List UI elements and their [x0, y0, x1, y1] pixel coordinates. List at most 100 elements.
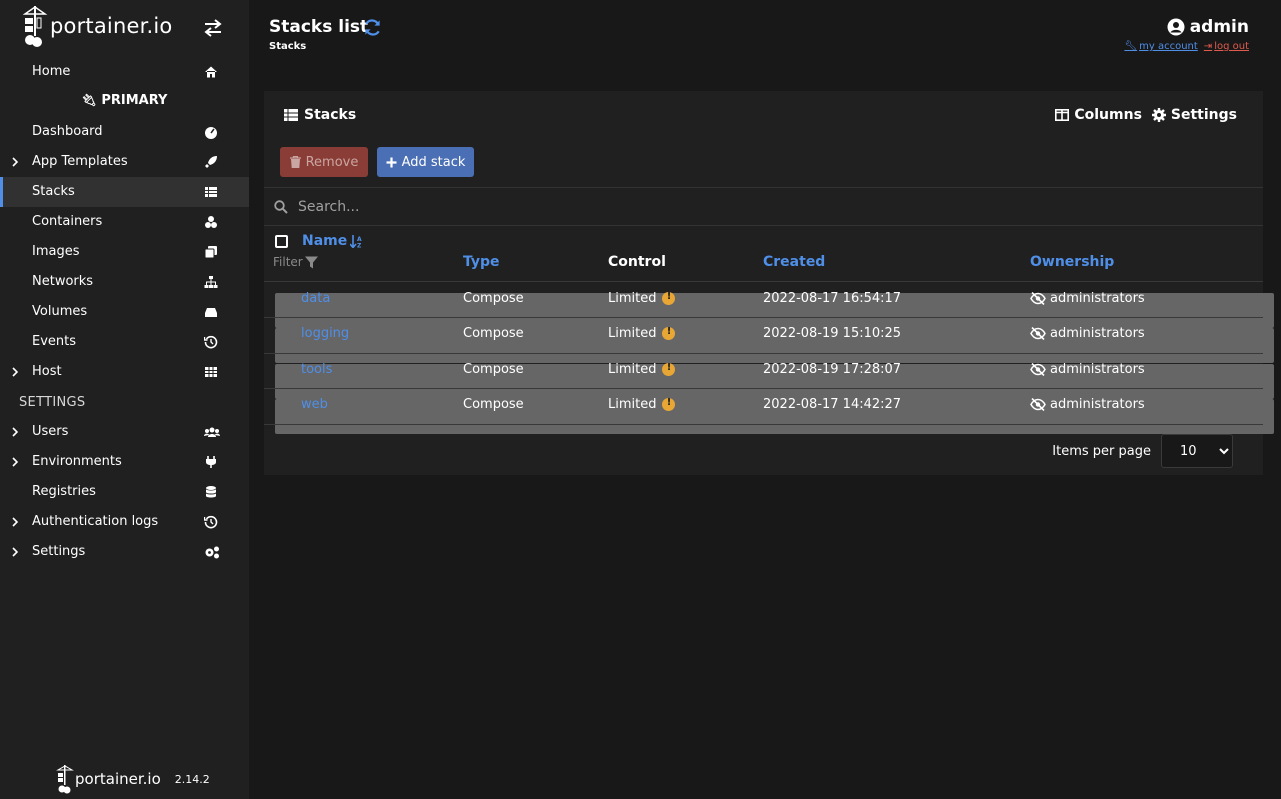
stack-name-link[interactable]: data	[301, 291, 330, 306]
list-icon	[205, 187, 217, 197]
search-bar	[264, 187, 1263, 226]
eye-slash-icon	[1030, 292, 1046, 305]
chevron-right-icon[interactable]	[9, 156, 21, 168]
stack-name-link[interactable]: tools	[301, 362, 332, 377]
stack-created: 2022-08-19 17:28:07	[763, 362, 902, 377]
sign-out-icon: ⇥	[1203, 41, 1213, 52]
panel-title: Stacks	[284, 107, 356, 123]
stack-control: Limited	[608, 326, 676, 341]
breadcrumb: Stacks	[269, 41, 307, 52]
sidebar-item-images[interactable]: Images	[0, 237, 249, 267]
sidebar-item-stacks[interactable]: Stacks	[0, 177, 249, 207]
column-header-type[interactable]: Type	[463, 254, 500, 270]
stack-type: Compose	[463, 397, 524, 412]
svg-text:Z: Z	[357, 242, 362, 248]
sidebar-item-label: Dashboard	[32, 124, 103, 139]
chevron-right-icon[interactable]	[9, 546, 21, 558]
sidebar-item-containers[interactable]: Containers	[0, 207, 249, 237]
warning-icon	[662, 397, 676, 411]
pagination-controls: Items per page 10	[1052, 434, 1233, 468]
sidebar-item-label: Users	[32, 424, 69, 439]
stack-name-link[interactable]: logging	[301, 326, 349, 341]
sidebar-item-events[interactable]: Events	[0, 327, 249, 357]
items-per-page-label: Items per page	[1052, 443, 1151, 459]
warning-icon	[662, 326, 676, 340]
log-out-label: log out	[1214, 41, 1249, 52]
ownership-label: administrators	[1050, 326, 1145, 341]
sidebar-toggle-icon[interactable]	[203, 19, 223, 37]
sidebar-item-label: Containers	[32, 214, 103, 229]
table-row: logging Compose Limited 2022-08-19 15:10…	[264, 317, 1274, 363]
my-account-link[interactable]: 🔧︎ my account	[1124, 41, 1197, 52]
filter-button[interactable]: Filter	[273, 255, 318, 269]
sidebar-item-networks[interactable]: Networks	[0, 267, 249, 297]
select-all-checkbox[interactable]	[275, 235, 288, 248]
stack-ownership: administrators	[1030, 397, 1145, 412]
ownership-label: administrators	[1050, 397, 1145, 412]
warning-icon	[662, 291, 676, 305]
wrench-icon: 🔧︎	[1124, 41, 1138, 52]
cubes-icon	[205, 216, 217, 228]
sidebar-item-label: Images	[32, 244, 80, 259]
cog-icon	[1151, 108, 1166, 122]
sidebar-item-dashboard[interactable]: Dashboard	[0, 117, 249, 147]
sidebar-item-authentication-logs[interactable]: Authentication logs	[0, 507, 249, 537]
add-stack-button[interactable]: Add stack	[377, 147, 474, 177]
stack-control: Limited	[608, 291, 676, 306]
stack-name-link[interactable]: web	[301, 397, 328, 412]
remove-label: Remove	[305, 154, 359, 170]
items-per-page-select[interactable]: 10	[1161, 434, 1233, 468]
columns-button[interactable]: Columns	[1055, 107, 1142, 123]
sidebar: portainer.io Home 🔌︎ PRIMARY Dashboard A…	[0, 0, 249, 799]
database-icon	[205, 486, 217, 498]
sidebar-item-host[interactable]: Host	[0, 357, 249, 387]
chevron-right-icon[interactable]	[9, 516, 21, 528]
stack-type: Compose	[463, 362, 524, 377]
column-header-ownership[interactable]: Ownership	[1030, 254, 1114, 270]
sidebar-item-settings[interactable]: Settings	[0, 537, 249, 567]
sidebar-item-label: Authentication logs	[32, 514, 159, 529]
sidebar-item-label: Home	[32, 64, 71, 79]
rocket-icon	[205, 156, 217, 168]
chevron-right-icon[interactable]	[9, 426, 21, 438]
search-input[interactable]	[296, 197, 700, 216]
row-divider	[264, 424, 1263, 425]
eye-slash-icon	[1030, 398, 1046, 411]
stack-type: Compose	[463, 326, 524, 341]
columns-icon	[1055, 109, 1070, 121]
sidebar-item-users[interactable]: Users	[0, 417, 249, 447]
columns-label: Columns	[1074, 107, 1142, 123]
log-out-link[interactable]: ⇥ log out	[1204, 41, 1249, 52]
column-header-name[interactable]: Name AZ	[302, 233, 364, 249]
brand-logo[interactable]: portainer.io	[22, 4, 172, 48]
control-label: Limited	[608, 397, 657, 412]
sidebar-item-label: Networks	[32, 274, 94, 289]
sidebar-item-label: Host	[32, 364, 62, 379]
chevron-right-icon[interactable]	[9, 456, 21, 468]
my-account-label: my account	[1139, 41, 1198, 52]
sidebar-item-environments[interactable]: Environments	[0, 447, 249, 477]
column-header-control: Control	[608, 254, 666, 270]
trash-icon	[289, 156, 301, 168]
remove-button[interactable]: Remove	[280, 147, 368, 177]
sidebar-item-volumes[interactable]: Volumes	[0, 297, 249, 327]
eye-slash-icon	[1030, 363, 1046, 376]
sitemap-icon	[204, 276, 218, 288]
sidebar-item-registries[interactable]: Registries	[0, 477, 249, 507]
chevron-right-icon[interactable]	[9, 366, 21, 378]
sidebar-item-app-templates[interactable]: App Templates	[0, 147, 249, 177]
table-row: tools Compose Limited 2022-08-19 17:28:0…	[264, 353, 1274, 399]
stack-created: 2022-08-19 15:10:25	[763, 326, 902, 341]
home-icon	[205, 66, 217, 78]
refresh-icon[interactable]	[363, 18, 382, 37]
settings-label: Settings	[1170, 107, 1237, 123]
table-settings-button[interactable]: Settings	[1151, 107, 1237, 123]
sidebar-item-home[interactable]: Home	[0, 57, 249, 87]
stack-control: Limited	[608, 362, 676, 377]
column-header-created[interactable]: Created	[763, 254, 825, 270]
user-circle-icon	[1167, 18, 1185, 36]
page-title: Stacks list	[269, 17, 369, 37]
user-menu: admin 🔧︎ my account ⇥ log out	[1124, 17, 1249, 52]
add-stack-label: Add stack	[401, 154, 466, 170]
environment-header: 🔌︎ PRIMARY	[0, 93, 249, 113]
